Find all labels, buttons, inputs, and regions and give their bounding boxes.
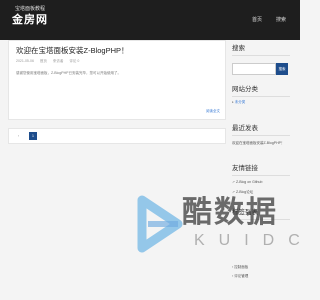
watermark-text: 酷数据 [182,196,278,229]
site-logo[interactable]: 宝塔面板教程 金房网 [10,5,50,27]
recent-posts-widget: 最近发表 欢迎在宝塔面板安装Z-BlogPHP！ [228,124,292,154]
post-card: 欢迎在宝塔面板安装Z-BlogPHP！ 2021-05-06 首页 来访者 评论… [8,40,226,120]
category-item[interactable]: ▸未分类 [232,100,245,105]
post-category[interactable]: 首页 [40,59,47,64]
logo-subtitle: 宝塔面板教程 [14,6,45,12]
post-date: 2021-05-06 [16,59,34,63]
category-item-label: 未分类 [234,100,246,104]
page-current-button[interactable]: 1 [29,132,37,140]
top-bar: 宝塔面板教程 金房网 首页 搜索 [0,0,300,40]
play-logo-icon [137,195,183,253]
search-input[interactable] [232,63,276,75]
category-widget-title: 网站分类 [232,86,258,93]
widget-divider [232,175,290,176]
nav-item-search[interactable]: 搜索 [276,16,286,23]
post-author[interactable]: 来访者 [53,59,64,64]
bullet-icon: ▸ [232,100,234,104]
search-widget: 搜索 搜索 [228,44,292,80]
recent-posts-title: 最近发表 [232,125,258,132]
links-widget-title: 友情链接 [232,165,258,172]
page-prev-button[interactable]: ‹ [15,132,22,140]
widget-divider [232,96,290,97]
link-icon: ⇗ [232,180,235,184]
nav-item-home[interactable]: 首页 [252,16,262,23]
link-item-label: Z-Blog on Github [235,180,263,184]
post-comments[interactable]: 评论 0 [69,59,79,64]
pagination: ‹ 1 [8,128,226,144]
post-excerpt: 感谢您使用宝塔面板，Z-BlogPHP已安装完毕，您可以开始使用了。 [16,71,122,75]
search-widget-title: 搜索 [232,45,245,52]
recent-post-item[interactable]: 欢迎在宝塔面板安装Z-BlogPHP！ [232,141,285,146]
post-meta: 2021-05-06 首页 来访者 评论 0 [16,59,79,64]
read-more-link[interactable]: 阅读全文 [206,109,220,114]
post-title[interactable]: 欢迎在宝塔面板安装Z-BlogPHP！ [16,46,129,56]
link-item-github[interactable]: ⇗Z-Blog on Github [232,180,262,185]
watermark-subtext: KUIDC [194,232,314,249]
logo-title: 金房网 [12,14,48,26]
category-widget: 网站分类 ▸未分类 [228,85,292,115]
widget-divider [232,55,290,56]
search-button[interactable]: 搜索 [276,63,288,75]
watermark-logo: 酷数据 KUIDC [134,188,300,288]
widget-divider [232,135,290,136]
main-nav: 首页 搜索 [252,16,286,23]
